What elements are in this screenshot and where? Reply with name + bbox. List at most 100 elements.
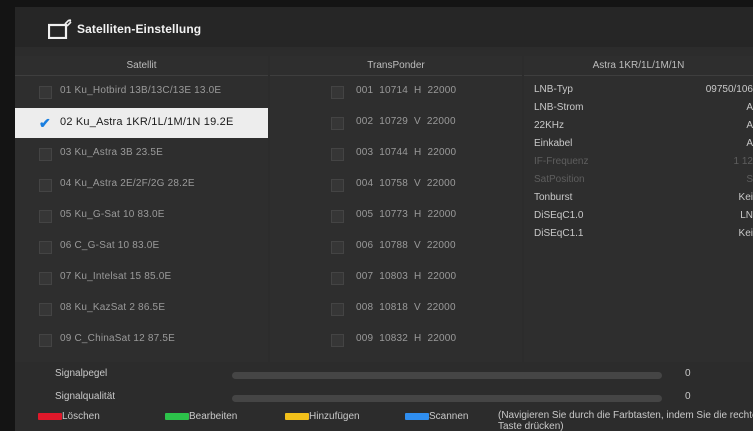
- yellow-key-label: Hinzufügen: [309, 411, 360, 422]
- signal-quality-label: Signalqualität: [55, 391, 116, 402]
- info-row[interactable]: DiSEqC1.1 Kei: [524, 225, 753, 242]
- info-row[interactable]: Tonburst Kei: [524, 189, 753, 206]
- transponder-checkbox[interactable]: [331, 334, 344, 347]
- satellite-label: 07 Ku_Intelsat 15 85.0E: [60, 271, 172, 282]
- info-key: DiSEqC1.0: [534, 210, 584, 221]
- checkmark-icon: ✔: [39, 115, 51, 131]
- info-value: A: [746, 120, 753, 131]
- info-key: IF-Frequenz: [534, 156, 589, 167]
- title-bar: Satelliten-Einstellung: [15, 7, 753, 47]
- transponder-label: 002 10729 V 22000: [356, 116, 456, 127]
- info-row[interactable]: LNB-Typ 09750/106: [524, 81, 753, 98]
- satellite-label: 08 Ku_KazSat 2 86.5E: [60, 302, 166, 313]
- red-key-label: Löschen: [62, 411, 100, 422]
- transponder-label: 001 10714 H 22000: [356, 85, 457, 96]
- info-row[interactable]: Einkabel A: [524, 135, 753, 152]
- info-row[interactable]: LNB-Strom A: [524, 99, 753, 116]
- transponder-list-heading: TransPonder: [270, 56, 522, 76]
- satellite-row[interactable]: 08 Ku_KazSat 2 86.5E: [15, 294, 268, 324]
- transponder-label: 006 10788 V 22000: [356, 240, 456, 251]
- satellite-checkbox[interactable]: [39, 86, 52, 99]
- satellite-row[interactable]: ✔ 02 Ku_Astra 1KR/1L/1M/1N 19.2E: [15, 108, 268, 138]
- transponder-row[interactable]: 008 10818 V 22000: [270, 294, 522, 324]
- transponder-row[interactable]: 009 10832 H 22000: [270, 325, 522, 355]
- info-key: 22KHz: [534, 120, 565, 131]
- transponder-row[interactable]: 005 10773 H 22000: [270, 201, 522, 231]
- satellite-row[interactable]: 09 C_ChinaSat 12 87.5E: [15, 325, 268, 355]
- blue-key-swatch: [405, 413, 429, 420]
- navigation-hint: (Navigieren Sie durch die Farbtasten, in…: [498, 410, 753, 431]
- info-row[interactable]: IF-Frequenz 1 12: [524, 153, 753, 170]
- satellite-row[interactable]: 04 Ku_Astra 2E/2F/2G 28.2E: [15, 170, 268, 200]
- transponder-checkbox[interactable]: [331, 86, 344, 99]
- transponder-row[interactable]: 007 10803 H 22000: [270, 263, 522, 293]
- transponder-label: 005 10773 H 22000: [356, 209, 457, 220]
- info-row[interactable]: 22KHz A: [524, 117, 753, 134]
- info-key: DiSEqC1.1: [534, 228, 584, 239]
- info-value: A: [746, 138, 753, 149]
- signal-quality-bar: [232, 395, 662, 402]
- transponder-row[interactable]: 001 10714 H 22000: [270, 77, 522, 107]
- satellite-row[interactable]: 06 C_G-Sat 10 83.0E: [15, 232, 268, 262]
- satellite-list-panel: Satellit 01 Ku_Hotbird 13B/13C/13E 13.0E…: [15, 56, 268, 362]
- transponder-label: 004 10758 V 22000: [356, 178, 456, 189]
- satellite-checkbox[interactable]: ✔: [39, 115, 52, 131]
- transponder-row[interactable]: 010 10847 V 22000: [270, 356, 522, 362]
- satellite-checkbox[interactable]: [39, 303, 52, 316]
- satellite-label: 09 C_ChinaSat 12 87.5E: [60, 333, 176, 344]
- transponder-label: 008 10818 V 22000: [356, 302, 456, 313]
- satellite-checkbox[interactable]: [39, 210, 52, 223]
- transponder-row[interactable]: 004 10758 V 22000: [270, 170, 522, 200]
- satellite-label: 03 Ku_Astra 3B 23.5E: [60, 147, 163, 158]
- satellite-checkbox[interactable]: [39, 241, 52, 254]
- satellite-tv-icon: [48, 19, 72, 39]
- info-row[interactable]: DiSEqC1.0 LN: [524, 207, 753, 224]
- satellite-row[interactable]: 05 Ku_G-Sat 10 83.0E: [15, 201, 268, 231]
- transponder-label: 007 10803 H 22000: [356, 271, 457, 282]
- transponder-checkbox[interactable]: [331, 272, 344, 285]
- info-key: Einkabel: [534, 138, 573, 149]
- satellite-row[interactable]: 10 Ku_ST-2 88.0E: [15, 356, 268, 362]
- signal-level-value: 0: [685, 368, 691, 379]
- satellite-info-panel: Astra 1KR/1L/1M/1N LNB-Typ 09750/106 LNB-S…: [524, 56, 753, 362]
- green-key-swatch: [165, 413, 189, 420]
- satellite-row[interactable]: 01 Ku_Hotbird 13B/13C/13E 13.0E: [15, 77, 268, 107]
- info-key: Tonburst: [534, 192, 573, 203]
- transponder-list-panel: TransPonder 001 10714 H 22000 002 10729 V…: [270, 56, 522, 362]
- transponder-checkbox[interactable]: [331, 148, 344, 161]
- info-row[interactable]: SatPosition S: [524, 171, 753, 188]
- signal-quality-value: 0: [685, 391, 691, 402]
- page-title: Satelliten-Einstellung: [77, 22, 202, 36]
- satellite-row[interactable]: 07 Ku_Intelsat 15 85.0E: [15, 263, 268, 293]
- satellite-checkbox[interactable]: [39, 272, 52, 285]
- satellite-checkbox[interactable]: [39, 179, 52, 192]
- transponder-row[interactable]: 003 10744 H 22000: [270, 139, 522, 169]
- signal-level-bar: [232, 372, 662, 379]
- red-key-swatch: [38, 413, 62, 420]
- transponder-checkbox[interactable]: [331, 303, 344, 316]
- blue-key-label: Scannen: [429, 411, 469, 422]
- satellite-info-heading: Astra 1KR/1L/1M/1N: [524, 56, 753, 76]
- satellite-checkbox[interactable]: [39, 334, 52, 347]
- transponder-row[interactable]: 006 10788 V 22000: [270, 232, 522, 262]
- transponder-checkbox[interactable]: [331, 210, 344, 223]
- satellite-row[interactable]: 03 Ku_Astra 3B 23.5E: [15, 139, 268, 169]
- satellite-list-heading: Satellit: [15, 56, 268, 76]
- info-value: Kei: [738, 228, 753, 239]
- satellite-label: 05 Ku_G-Sat 10 83.0E: [60, 209, 165, 220]
- satellite-label: 06 C_G-Sat 10 83.0E: [60, 240, 160, 251]
- info-value: A: [746, 102, 753, 113]
- satellite-settings-screen: Satelliten-Einstellung Satellit 01 Ku_Ho…: [15, 7, 753, 431]
- transponder-label: 009 10832 H 22000: [356, 333, 457, 344]
- satellite-checkbox[interactable]: [39, 148, 52, 161]
- green-key-label: Bearbeiten: [189, 411, 238, 422]
- transponder-checkbox[interactable]: [331, 241, 344, 254]
- yellow-key-swatch: [285, 413, 309, 420]
- info-value: 09750/106: [705, 84, 753, 95]
- transponder-checkbox[interactable]: [331, 117, 344, 130]
- info-key: LNB-Strom: [534, 102, 584, 113]
- transponder-checkbox[interactable]: [331, 179, 344, 192]
- transponder-row[interactable]: 002 10729 V 22000: [270, 108, 522, 138]
- info-value: LN: [740, 210, 753, 221]
- signal-level-label: Signalpegel: [55, 368, 108, 379]
